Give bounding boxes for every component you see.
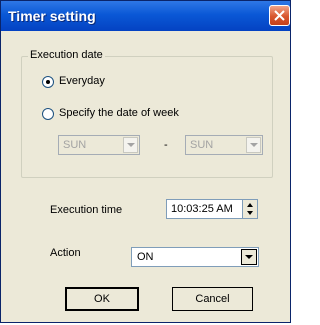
- specify-day-radio[interactable]: [42, 108, 54, 120]
- from-day-select: SUN: [58, 135, 140, 155]
- spin-down-button[interactable]: [243, 209, 257, 218]
- action-dropdown-button[interactable]: [241, 249, 257, 265]
- specify-day-label[interactable]: Specify the date of week: [59, 107, 179, 119]
- spin-up-button[interactable]: [243, 200, 257, 209]
- execution-time-value: 10:03:25 AM: [171, 203, 233, 215]
- execution-time-label: Execution time: [50, 204, 123, 216]
- radio-selected-dot: [46, 80, 50, 84]
- everyday-label[interactable]: Everyday: [59, 75, 105, 87]
- chevron-down-icon: [250, 143, 258, 147]
- to-day-value: SUN: [190, 139, 214, 151]
- action-value: ON: [137, 251, 154, 263]
- to-day-dropdown-button: [246, 137, 261, 153]
- title-bar: Timer setting: [1, 1, 290, 31]
- execution-time-spinner[interactable]: [242, 199, 258, 219]
- ok-button-label: OK: [94, 293, 110, 305]
- arrow-down-icon: [247, 211, 253, 215]
- window-title: Timer setting: [8, 8, 96, 24]
- action-label: Action: [50, 247, 81, 259]
- chevron-down-icon: [245, 255, 253, 259]
- action-select[interactable]: ON: [131, 247, 259, 267]
- arrow-up-icon: [247, 203, 253, 207]
- execution-time-input[interactable]: 10:03:25 AM: [166, 199, 244, 219]
- day-range-separator: -: [164, 139, 168, 151]
- cancel-button[interactable]: Cancel: [172, 287, 253, 311]
- close-icon: [274, 10, 285, 21]
- execution-date-legend: Execution date: [28, 49, 105, 61]
- timer-setting-dialog: Timer setting Execution date Everyday Sp…: [0, 0, 291, 323]
- from-day-dropdown-button: [123, 137, 138, 153]
- to-day-select: SUN: [185, 135, 263, 155]
- close-button[interactable]: [269, 5, 290, 26]
- cancel-button-label: Cancel: [195, 293, 230, 305]
- from-day-value: SUN: [63, 139, 87, 151]
- ok-button[interactable]: OK: [65, 287, 139, 311]
- chevron-down-icon: [127, 143, 135, 147]
- everyday-radio[interactable]: [42, 76, 54, 88]
